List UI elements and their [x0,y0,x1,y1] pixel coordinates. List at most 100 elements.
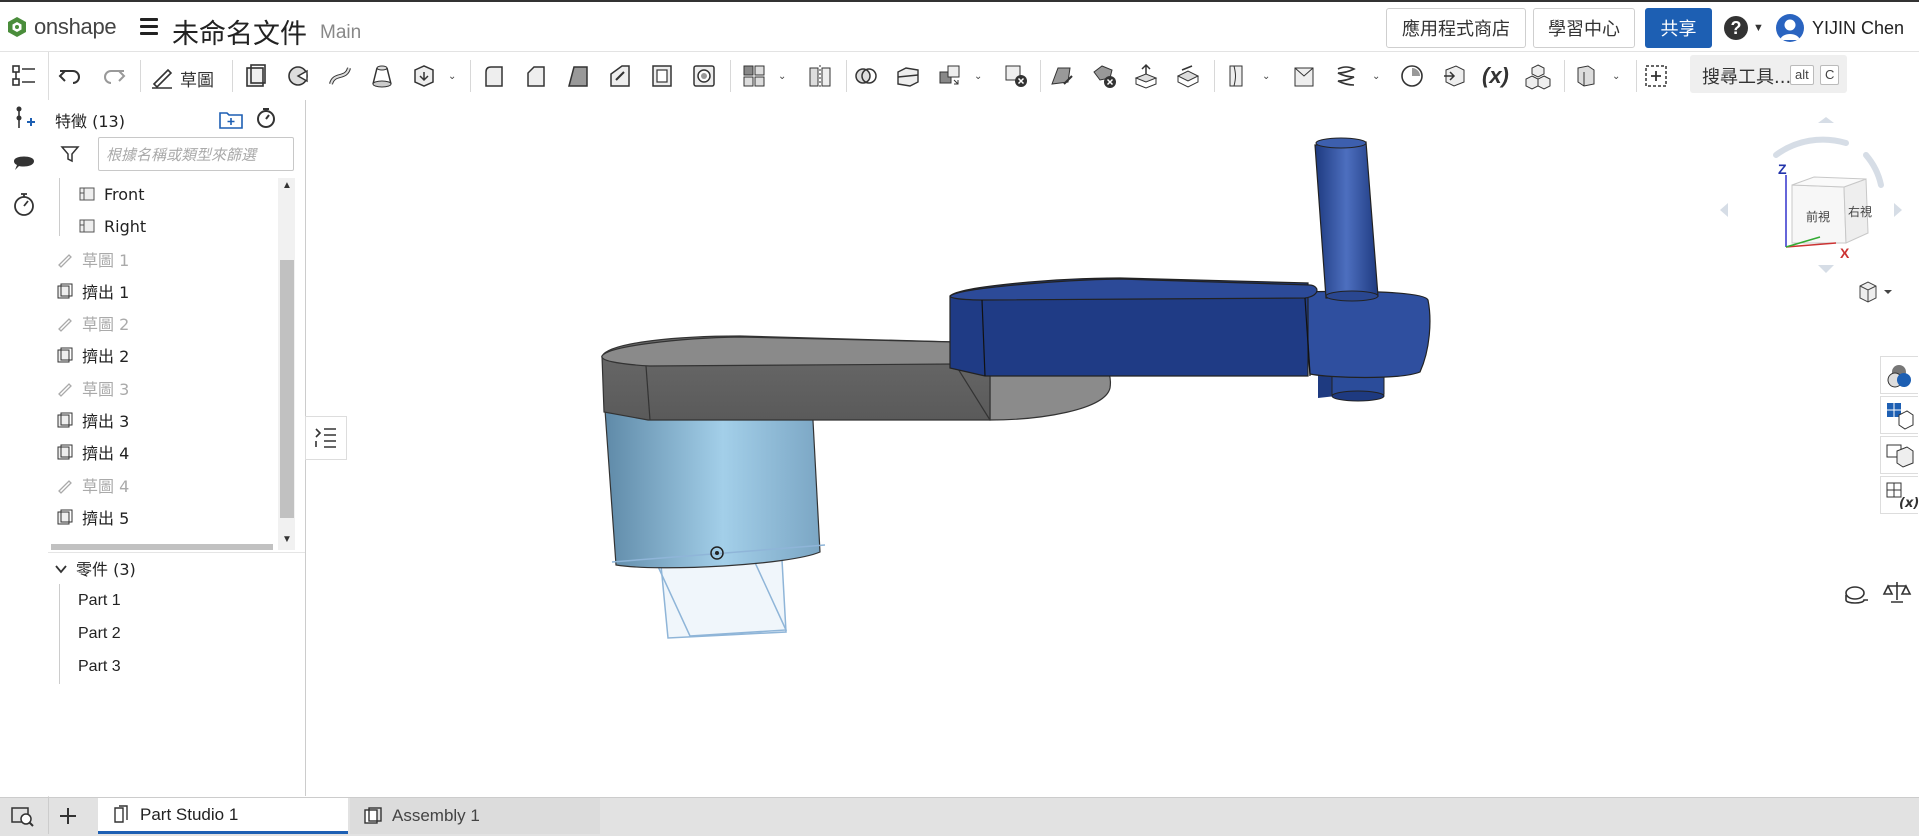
list-item[interactable]: 草圖 1 [56,243,286,275]
mate-connector-icon[interactable] [1290,62,1318,90]
user-name[interactable]: YIJIN Chen [1812,18,1904,39]
view-cube-right-face[interactable]: 右視 [1848,203,1872,220]
list-item[interactable]: 草圖 3 [56,372,286,404]
fillet-icon[interactable] [480,62,508,90]
help-icon[interactable]: ? [1724,16,1748,40]
menu-icon[interactable] [140,18,158,36]
history-stopwatch-icon[interactable] [10,190,38,218]
replace-face-icon[interactable] [1174,62,1202,90]
composite-part-icon[interactable] [1524,62,1552,90]
delete-face-icon[interactable] [1090,62,1118,90]
list-item[interactable]: 擠出 4 [56,436,286,468]
scrollbar-thumb[interactable] [280,260,294,518]
rollback-stopwatch-icon[interactable] [254,106,278,130]
model-render[interactable] [306,100,1919,796]
brand-name[interactable]: onshape [34,14,117,40]
mass-properties-icon[interactable] [1882,578,1912,608]
configurations-button[interactable] [1880,436,1918,474]
chamfer-icon[interactable] [522,62,550,90]
revolve-icon[interactable] [284,62,312,90]
horizontal-scrollbar[interactable] [51,544,273,550]
plane-icon[interactable] [1222,62,1250,90]
transform-chevron-icon[interactable]: ⌄ [974,71,982,82]
hole-icon[interactable] [690,62,718,90]
derived-icon[interactable] [1440,62,1468,90]
list-item[interactable]: 草圖 2 [56,307,286,339]
delete-part-icon[interactable] [1002,62,1030,90]
measure-arc-icon[interactable] [1398,62,1426,90]
collapse-panel-button[interactable] [305,416,347,460]
scroll-up-icon[interactable]: ▲ [282,180,292,191]
sketch-pencil-icon[interactable] [148,62,176,90]
list-item[interactable]: 擠出 3 [56,404,286,436]
part-3-blue-arm[interactable] [949,137,1431,402]
add-folder-icon[interactable] [218,108,244,130]
learning-center-button[interactable]: 學習中心 [1533,8,1635,48]
app-store-button[interactable]: 應用程式商店 [1386,8,1526,48]
graphics-viewport[interactable]: Z X 前視 右視 [306,100,1919,796]
insert-feature-icon[interactable] [10,104,38,132]
variable-button[interactable]: (x) [1482,63,1510,91]
filter-input[interactable]: 根據名稱或類型來篩選 [98,137,294,171]
search-tabs-icon[interactable] [10,805,36,829]
view-cube-front-face[interactable]: 前視 [1806,208,1830,225]
modify-fillet-icon[interactable] [1048,62,1076,90]
list-item[interactable]: 擠出 2 [56,339,286,371]
comments-icon[interactable] [10,148,38,176]
filter-icon[interactable] [60,144,80,164]
plane-chevron-icon[interactable]: ⌄ [1262,71,1270,82]
part-1-cylinder[interactable] [604,401,826,569]
variables-table-button[interactable]: (x) [1880,476,1919,514]
transform-icon[interactable] [936,62,964,90]
list-item[interactable]: 擠出 5 [56,501,286,533]
ruler-measure-icon[interactable] [1842,580,1872,610]
appearance-panel-button[interactable] [1880,356,1918,394]
sketch-button[interactable]: 草圖 [180,66,214,91]
split-icon[interactable] [894,62,922,90]
boolean-icon[interactable] [852,62,880,90]
thicken-icon[interactable] [410,62,438,90]
shell-icon[interactable] [648,62,676,90]
search-tools-button[interactable]: 搜尋工具... alt C [1690,55,1847,93]
view-cube[interactable]: Z X 前視 右視 [1716,115,1906,275]
redo-icon[interactable] [100,62,128,90]
sheet-metal-chevron-icon[interactable]: ⌄ [1612,71,1620,82]
add-custom-feature-icon[interactable] [1642,62,1670,90]
draft-icon[interactable] [564,62,592,90]
curve-chevron-icon[interactable]: ⌄ [1372,71,1380,82]
mirror-icon[interactable] [806,62,834,90]
branch-name[interactable]: Main [320,22,361,44]
pattern-icon[interactable] [740,62,768,90]
feature-list-icon[interactable] [10,62,38,90]
list-item[interactable]: Right [78,210,308,242]
move-face-icon[interactable] [1132,62,1160,90]
parts-title[interactable]: 零件 (3) [76,556,136,580]
share-button[interactable]: 共享 [1645,8,1712,48]
undo-icon[interactable] [56,62,84,90]
sweep-icon[interactable] [326,62,354,90]
more-features-chevron-icon[interactable]: ⌄ [448,71,456,82]
add-tab-icon[interactable] [58,806,78,826]
extrude-icon[interactable] [242,62,270,90]
part-item[interactable]: Part 3 [78,658,121,676]
bom-table-button[interactable] [1880,396,1918,434]
tab-assembly-1[interactable]: Assembly 1 [350,798,600,834]
pattern-chevron-icon[interactable]: ⌄ [778,71,786,82]
help-dropdown-chevron-icon[interactable]: ▼ [1753,22,1764,34]
list-item[interactable]: 擠出 1 [56,275,286,307]
list-item[interactable]: 草圖 4 [56,469,286,501]
tab-part-studio-1[interactable]: Part Studio 1 [98,798,348,834]
helix-icon[interactable] [1332,62,1360,90]
rib-icon[interactable] [606,62,634,90]
view-options-cube-icon[interactable] [1854,280,1894,304]
extrude-icon [57,347,73,363]
chevron-down-icon[interactable] [54,562,68,576]
list-item[interactable]: Front [78,178,308,210]
part-item[interactable]: Part 2 [78,625,121,643]
loft-icon[interactable] [368,62,396,90]
part-item[interactable]: Part 1 [78,592,121,610]
sheet-metal-icon[interactable] [1572,62,1600,90]
scroll-down-icon[interactable]: ▼ [282,534,292,545]
avatar[interactable] [1776,14,1804,42]
document-title[interactable]: 未命名文件 [172,12,307,51]
